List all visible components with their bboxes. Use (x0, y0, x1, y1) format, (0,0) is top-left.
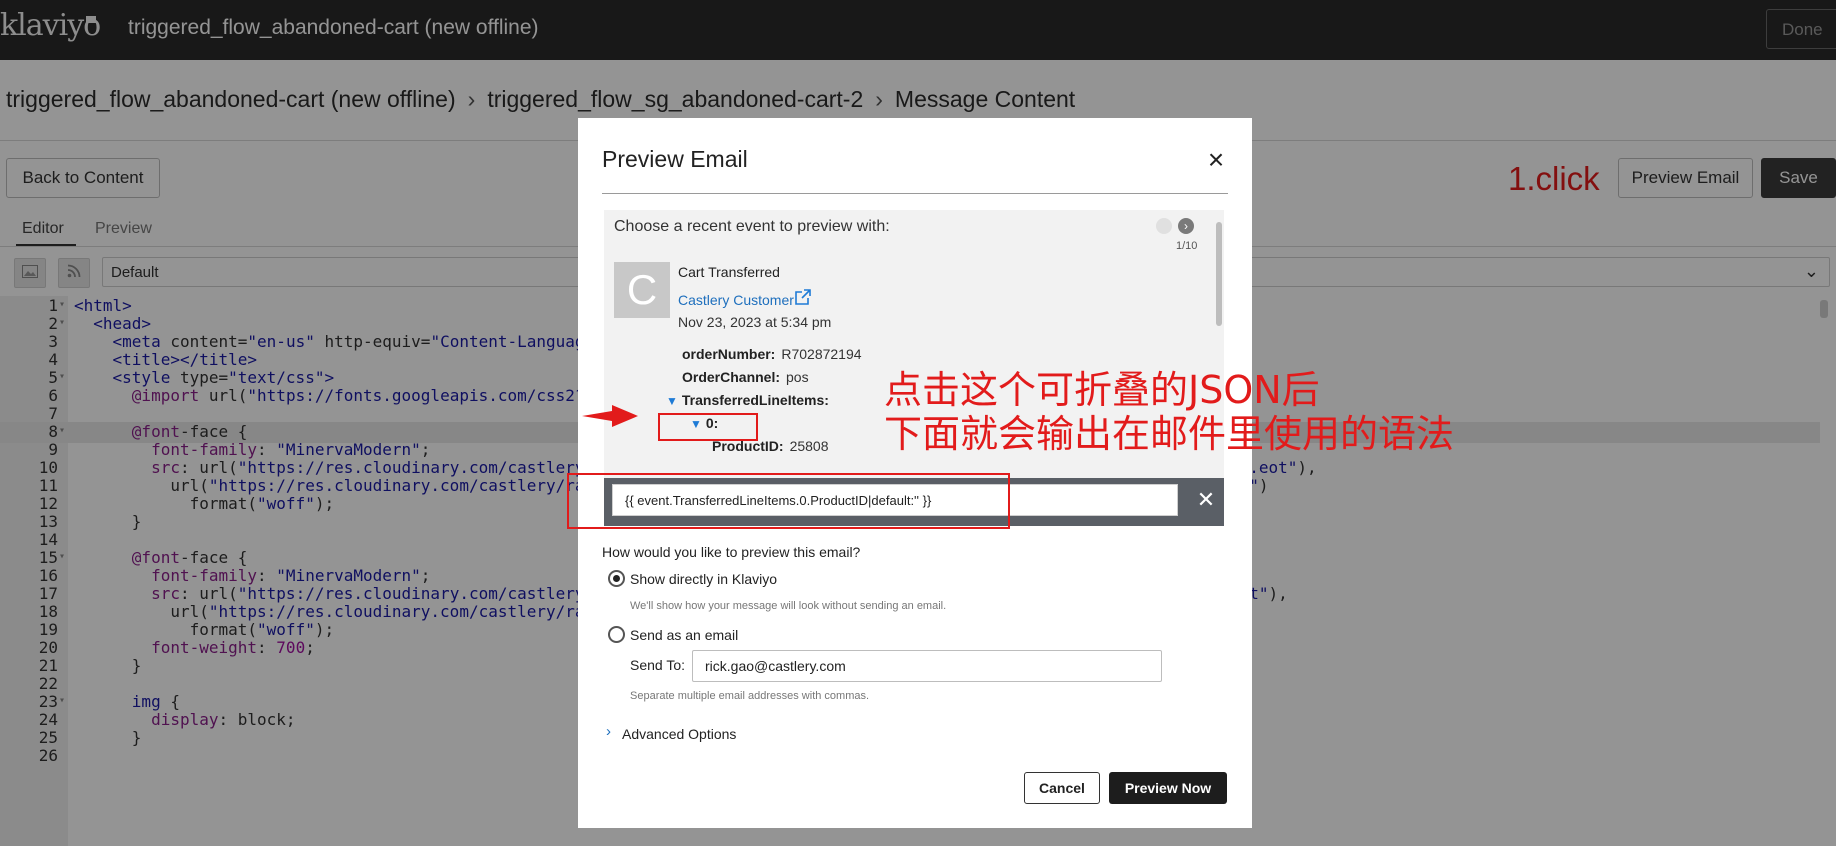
preview-now-button[interactable]: Preview Now (1109, 772, 1227, 804)
json-row-order-number: orderNumber: R702872194 (682, 346, 862, 362)
annotation-note-line1: 点击这个可折叠的JSON后 (884, 368, 1320, 412)
preview-method-label: How would you like to preview this email… (602, 544, 861, 560)
send-to-label: Send To: (630, 657, 686, 673)
avatar: C (614, 262, 670, 318)
event-name: Cart Transferred (678, 264, 780, 280)
external-link-icon[interactable] (794, 288, 812, 306)
json-row-line-items[interactable]: ▼ TransferredLineItems: (666, 392, 835, 408)
radio-show-in-klaviyo[interactable] (608, 570, 625, 587)
chevron-right-icon[interactable]: › (606, 723, 611, 740)
json-value: R702872194 (781, 346, 862, 362)
next-event-icon[interactable]: › (1178, 218, 1194, 234)
choose-event-label: Choose a recent event to preview with: (614, 218, 890, 235)
klaviyo-hint: We'll show how your message will look wi… (630, 600, 947, 612)
radio-send-email[interactable] (608, 626, 625, 643)
json-key: orderNumber: (682, 346, 776, 362)
event-panel-scrollbar[interactable] (1216, 222, 1222, 326)
advanced-options-toggle[interactable]: Advanced Options (622, 726, 736, 742)
annotation-box-syntax (567, 473, 1010, 529)
json-row-order-channel: OrderChannel: pos (682, 369, 809, 385)
modal-divider (602, 193, 1228, 194)
close-icon[interactable]: ✕ (1194, 488, 1218, 512)
send-to-hint: Separate multiple email addresses with c… (630, 690, 870, 702)
radio-label-email[interactable]: Send as an email (630, 627, 738, 643)
modal-title: Preview Email (602, 146, 748, 172)
event-counter: 1/10 (1176, 240, 1198, 252)
event-date: Nov 23, 2023 at 5:34 pm (678, 314, 832, 330)
cancel-button[interactable]: Cancel (1024, 772, 1100, 804)
annotation-box-index (658, 413, 758, 441)
json-key: OrderChannel: (682, 369, 781, 385)
annotation-note-line2: 下面就会输出在邮件里使用的语法 (884, 412, 1455, 456)
previous-event-icon[interactable] (1156, 218, 1172, 234)
radio-label-klaviyo[interactable]: Show directly in Klaviyo (630, 571, 777, 587)
customer-link[interactable]: Castlery Customer (678, 292, 794, 308)
json-key: TransferredLineItems: (681, 392, 829, 408)
send-to-input[interactable]: rick.gao@castlery.com (692, 650, 1162, 682)
json-value: 25808 (789, 438, 829, 454)
annotation-arrow-icon (582, 405, 638, 427)
json-value: pos (786, 369, 809, 385)
close-icon[interactable]: × (1201, 145, 1231, 175)
page: klaviyo triggered_flow_abandoned-cart (n… (0, 0, 1836, 846)
annotation-note: 点击这个可折叠的JSON后 下面就会输出在邮件里使用的语法 (884, 368, 1454, 456)
caret-down-icon[interactable]: ▼ (666, 394, 678, 408)
